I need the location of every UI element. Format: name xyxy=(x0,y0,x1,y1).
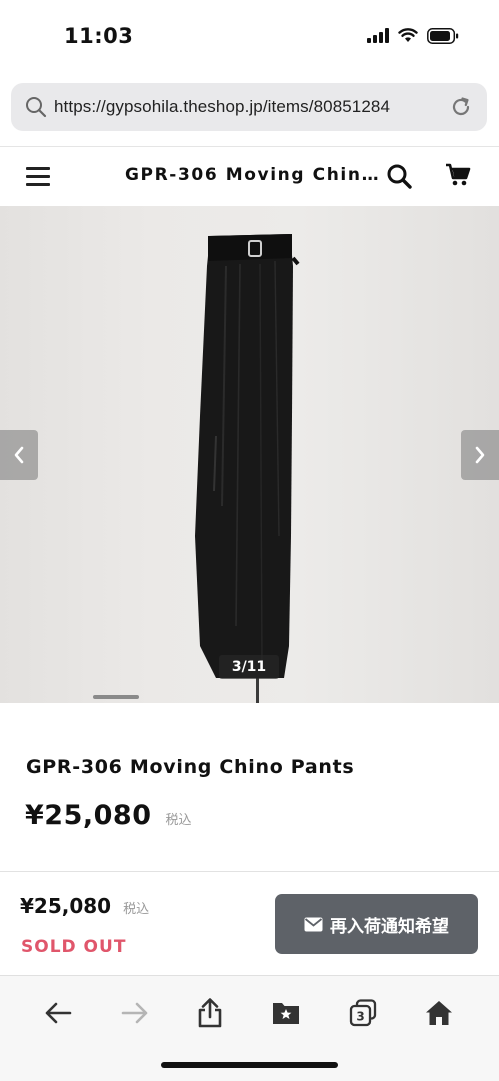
battery-icon xyxy=(427,27,459,49)
chevron-left-icon xyxy=(14,446,24,464)
gallery-prev-button[interactable] xyxy=(0,430,38,480)
share-icon[interactable] xyxy=(195,998,225,1028)
product-title: GPR-306 Moving Chino Pants xyxy=(26,756,355,778)
tax-label: 税込 xyxy=(165,812,192,827)
purchase-price: ¥25,080 xyxy=(20,894,112,918)
browser-address-bar[interactable]: https://gypsohila.theshop.jp/items/80851… xyxy=(11,83,487,131)
gallery-counter: 3/11 xyxy=(219,655,279,679)
tabs-icon[interactable]: 3 xyxy=(348,998,378,1028)
home-icon[interactable] xyxy=(424,998,454,1028)
menu-icon[interactable] xyxy=(26,167,50,187)
purchase-price-row: ¥25,080 税込 xyxy=(20,894,149,918)
header-title: GPR-306 Moving Chin… xyxy=(125,165,381,185)
back-icon[interactable] xyxy=(43,998,73,1028)
restock-notify-label: 再入荷通知希望 xyxy=(330,916,449,937)
product-image-gallery[interactable]: 3/11 xyxy=(0,206,499,703)
url-text[interactable]: https://gypsohila.theshop.jp/items/80851… xyxy=(54,97,390,117)
status-time: 11:03 xyxy=(64,24,134,48)
gallery-scroll-indicator xyxy=(93,695,139,699)
product-image xyxy=(195,234,300,703)
search-icon xyxy=(25,96,47,123)
home-indicator xyxy=(161,1062,338,1068)
mail-icon xyxy=(304,917,323,931)
sold-out-badge: SOLD OUT xyxy=(21,937,127,957)
wifi-icon xyxy=(398,28,418,48)
cart-icon[interactable] xyxy=(445,163,471,192)
site-header: GPR-306 Moving Chin… xyxy=(0,146,499,205)
gallery-next-button[interactable] xyxy=(461,430,499,480)
purchase-bar: ¥25,080 税込 SOLD OUT 再入荷通知希望 xyxy=(0,871,499,975)
signal-icon xyxy=(367,28,389,48)
search-icon[interactable] xyxy=(386,163,412,194)
reload-icon[interactable] xyxy=(449,95,473,124)
purchase-tax-label: 税込 xyxy=(123,901,150,916)
tab-count: 3 xyxy=(356,1010,364,1024)
forward-icon[interactable] xyxy=(120,998,150,1028)
product-price: ¥25,080 xyxy=(25,800,152,831)
status-bar: 11:03 xyxy=(0,0,499,75)
status-icons xyxy=(367,27,459,49)
chevron-right-icon xyxy=(475,446,485,464)
product-price-row: ¥25,080 税込 xyxy=(25,800,192,831)
restock-notify-button[interactable]: 再入荷通知希望 xyxy=(275,894,478,954)
bookmarks-icon[interactable] xyxy=(271,998,301,1028)
